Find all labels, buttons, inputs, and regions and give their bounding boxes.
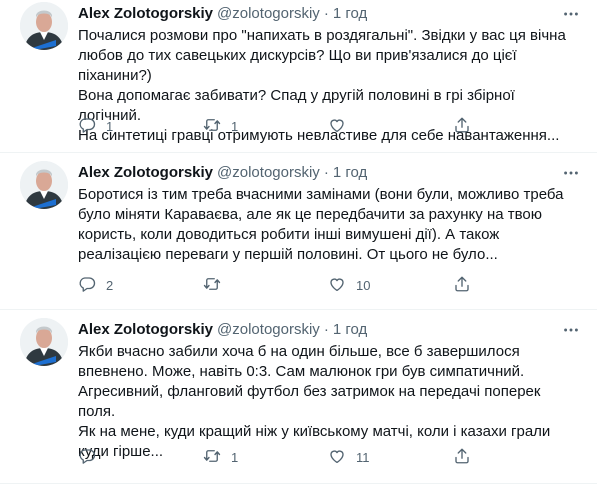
avatar-image	[20, 2, 68, 50]
avatar-image	[20, 161, 68, 209]
tweet-header: Alex Zolotogorskiy @zolotogorskiy · 1 го…	[78, 320, 581, 340]
retweet-button[interactable]: 1	[203, 447, 328, 468]
retweet-icon	[203, 447, 221, 468]
author-handle[interactable]: @zolotogorskiy	[217, 320, 320, 340]
share-button[interactable]	[453, 447, 471, 468]
like-icon	[328, 447, 346, 468]
avatar[interactable]	[20, 318, 68, 366]
more-icon[interactable]	[561, 320, 581, 340]
like-icon	[328, 116, 346, 137]
share-button[interactable]	[453, 275, 471, 296]
reply-button[interactable]	[78, 447, 203, 468]
reply-button[interactable]: 2	[78, 275, 203, 296]
author-handle[interactable]: @zolotogorskiy	[217, 163, 320, 183]
tweet-thread: Alex Zolotogorskiy @zolotogorskiy · 1 го…	[0, 0, 597, 484]
separator-dot: ·	[323, 164, 329, 181]
more-icon[interactable]	[561, 163, 581, 183]
like-button[interactable]	[328, 116, 453, 137]
separator-dot: ·	[323, 321, 329, 338]
tweet-actions: 2 10	[78, 275, 471, 295]
reply-icon	[78, 447, 96, 468]
retweet-icon	[203, 116, 221, 137]
separator-dot: ·	[323, 5, 329, 22]
tweet[interactable]: Alex Zolotogorskiy @zolotogorskiy · 1 го…	[0, 310, 597, 484]
avatar[interactable]	[20, 2, 68, 50]
tweet[interactable]: Alex Zolotogorskiy @zolotogorskiy · 1 го…	[0, 153, 597, 310]
more-icon[interactable]	[561, 4, 581, 24]
tweet-text: Якби вчасно забили хоча б на один більше…	[78, 343, 551, 460]
share-icon	[453, 116, 471, 137]
author-name[interactable]: Alex Zolotogorskiy	[78, 4, 213, 24]
avatar-image	[20, 318, 68, 366]
tweet-timestamp[interactable]: 1 год	[333, 320, 367, 340]
share-button[interactable]	[453, 116, 471, 137]
author-name[interactable]: Alex Zolotogorskiy	[78, 320, 213, 340]
retweet-count: 1	[231, 449, 239, 465]
tweet-header: Alex Zolotogorskiy @zolotogorskiy · 1 го…	[78, 163, 581, 183]
retweet-button[interactable]: 1	[203, 116, 328, 137]
tweet-actions: 1 1	[78, 116, 471, 136]
tweet-content: Alex Zolotogorskiy @zolotogorskiy · 1 го…	[78, 320, 581, 465]
reply-button[interactable]: 1	[78, 116, 203, 137]
tweet-timestamp[interactable]: 1 год	[333, 163, 367, 183]
like-button[interactable]: 10	[328, 275, 453, 296]
retweet-count: 1	[231, 118, 239, 134]
tweet-actions: 1 11	[78, 447, 471, 467]
reply-count: 1	[106, 118, 114, 134]
share-icon	[453, 275, 471, 296]
reply-count: 2	[106, 277, 114, 293]
like-count: 10	[356, 277, 371, 293]
retweet-button[interactable]	[203, 275, 328, 296]
tweet[interactable]: Alex Zolotogorskiy @zolotogorskiy · 1 го…	[0, 0, 597, 153]
like-count: 11	[356, 449, 370, 465]
author-name[interactable]: Alex Zolotogorskiy	[78, 163, 213, 183]
tweet-header: Alex Zolotogorskiy @zolotogorskiy · 1 го…	[78, 4, 581, 24]
tweet-content: Alex Zolotogorskiy @zolotogorskiy · 1 го…	[78, 4, 581, 146]
reply-icon	[78, 116, 96, 137]
avatar[interactable]	[20, 161, 68, 209]
like-icon	[328, 275, 346, 296]
tweet-content: Alex Zolotogorskiy @zolotogorskiy · 1 го…	[78, 163, 581, 293]
tweet-timestamp[interactable]: 1 год	[333, 4, 367, 24]
reply-icon	[78, 275, 96, 296]
author-handle[interactable]: @zolotogorskiy	[217, 4, 320, 24]
like-button[interactable]: 11	[328, 447, 453, 468]
tweet-text: Боротися із тим треба вчасними замінами …	[78, 186, 564, 263]
share-icon	[453, 447, 471, 468]
retweet-icon	[203, 275, 221, 296]
